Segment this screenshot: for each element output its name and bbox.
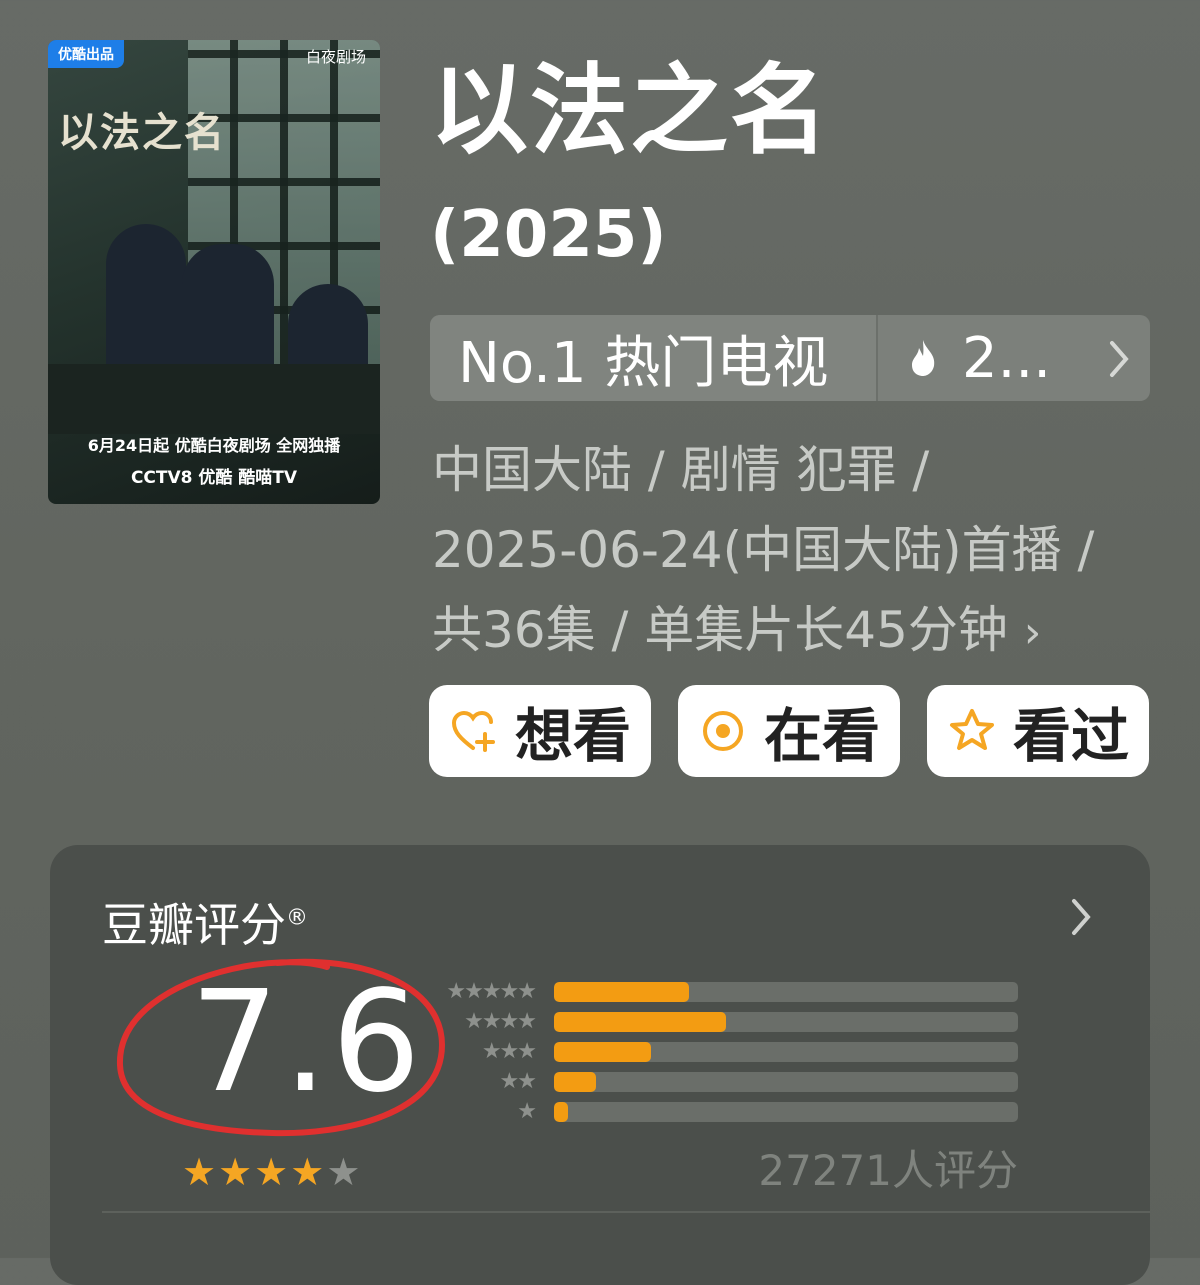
rank-label: No.1 热门电视 [430,315,876,401]
chevron-right-icon[interactable] [1070,897,1092,937]
rank-bar[interactable]: No.1 热门电视 2... [430,315,1150,401]
release-year: (2025) [430,198,667,272]
dist-bar-track [554,982,1018,1002]
star-filled-icon: ★ [254,1150,289,1194]
rating-stars: ★ ★ ★ ★ ★ [182,1153,360,1191]
hot-value: 2... [962,325,1052,391]
poster-image[interactable]: 优酷出品 白夜剧场 以法之名 6月24日起 优酷白夜剧场 全网独播 CCTV8 … [48,40,380,504]
dist-stars-label: ★ [517,1099,537,1124]
premiere-date: 2025-06-24(中国大陆)首播 / [432,521,1095,579]
page-title: 以法之名 [430,54,831,168]
dist-stars-label: ★★ [499,1069,537,1094]
episode-info-link[interactable]: 共36集 / 单集片长45分钟 › [432,590,1041,662]
douban-rating-card[interactable]: 豆瓣评分® 7.6 ★ ★ ★ ★ ★ ★★★★★ ★★★★ ★★★ ★★ ★ [50,845,1150,1285]
dist-stars-label: ★★★★ [464,1009,537,1034]
want-to-watch-button[interactable]: 想看 [429,685,651,777]
dist-bar-track [554,1072,1018,1092]
dist-row-1: ★ [420,1098,1020,1128]
card-divider [102,1211,1150,1213]
star-filled-icon: ★ [218,1150,253,1194]
dist-bar-track [554,1012,1018,1032]
star-outline-icon [949,709,994,750]
poster-desk [48,364,380,434]
chevron-right-icon: › [1023,607,1042,658]
dist-bar-track [554,1102,1018,1122]
want-to-watch-label: 想看 [514,702,631,770]
target-circle-icon [702,711,743,751]
registered-mark: ® [286,905,308,931]
chevron-right-icon[interactable] [1108,339,1130,379]
dist-bar-fill [554,1012,726,1032]
dist-bar-fill [554,982,689,1002]
dist-stars-label: ★★★ [481,1039,537,1064]
star-filled-icon: ★ [290,1150,325,1194]
watching-label: 在看 [763,702,880,770]
poster-person [106,224,186,384]
rating-score: 7.6 [190,961,425,1124]
star-empty-icon: ★ [326,1150,361,1194]
dist-stars-label: ★★★★★ [446,979,537,1004]
dist-bar-track [554,1042,1018,1062]
rating-count: 27271人评分 [758,1146,1018,1195]
heart-plus-icon [451,710,495,752]
poster-brand: 白夜剧场 [305,48,366,66]
dist-bar-fill [554,1042,652,1062]
region-genre: 中国大陆 / 剧情 犯罪 / [432,441,930,499]
poster-title: 以法之名 [58,109,226,156]
dist-bar-fill [554,1072,596,1092]
poster-person [182,244,274,384]
dist-bar-fill [554,1102,568,1122]
flame-icon [912,340,935,376]
dist-row-5: ★★★★★ [420,978,1020,1008]
watched-button[interactable]: 看过 [927,685,1149,777]
watching-button[interactable]: 在看 [678,685,900,777]
dist-row-2: ★★ [420,1068,1020,1098]
rating-distribution: ★★★★★ ★★★★ ★★★ ★★ ★ [420,978,1020,1128]
poster-badge: 优酷出品 [48,40,124,68]
rating-title-text: 豆瓣评分 [102,898,286,952]
watched-label: 看过 [1012,702,1129,770]
dist-row-3: ★★★ [420,1038,1020,1068]
dist-row-4: ★★★★ [420,1008,1020,1038]
poster-release-line: 6月24日起 优酷白夜剧场 全网独播 [87,436,341,455]
episode-info: 共36集 / 单集片长45分钟 [432,601,1008,659]
poster-platforms: CCTV8 优酷 酷喵TV [130,468,298,488]
star-filled-icon: ★ [182,1150,217,1194]
